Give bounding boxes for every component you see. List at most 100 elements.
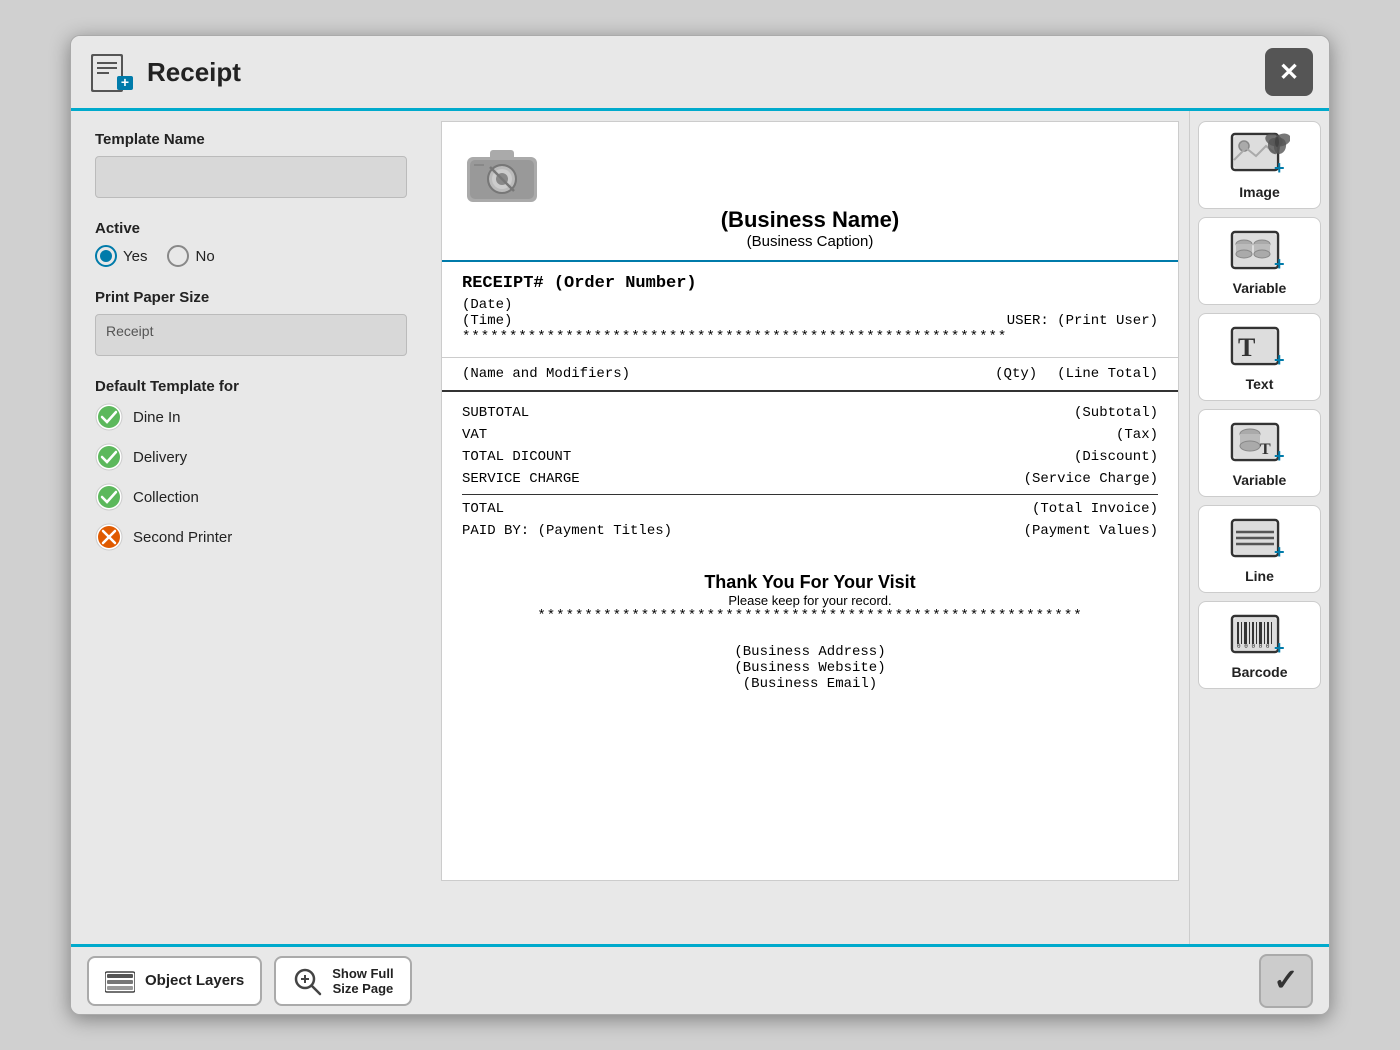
vat-value: (Tax) <box>1116 427 1158 443</box>
business-caption: (Business Caption) <box>462 233 1158 250</box>
total-row: TOTAL (Total Invoice) <box>462 494 1158 520</box>
checkbox-second-printer[interactable]: Second Printer <box>95 523 407 551</box>
variable-bottom-tool-label: Variable <box>1233 472 1287 488</box>
body-qty-col: (Qty) <box>995 366 1037 382</box>
variable-bottom-tool-icon: T + <box>1230 418 1290 468</box>
text-tool-icon: T + <box>1230 322 1290 372</box>
active-label: Active <box>95 220 407 237</box>
default-template-group: Default Template for Dine In <box>95 378 407 551</box>
receipt-date: (Date) <box>462 297 1158 313</box>
line-tool-label: Line <box>1245 568 1274 584</box>
business-website: (Business Website) <box>442 660 1178 676</box>
no-radio-circle[interactable] <box>167 245 189 267</box>
variable-top-tool-label: Variable <box>1233 280 1287 296</box>
title-bar: + Receipt ✕ <box>71 36 1329 111</box>
barcode-tool-icon: 0 0 0 0 0 + <box>1230 610 1290 660</box>
payment-label: PAID BY: (Payment Titles) <box>462 523 672 539</box>
active-no-radio[interactable]: No <box>167 245 214 267</box>
svg-text:0 0 0 0 0: 0 0 0 0 0 <box>1237 643 1270 650</box>
template-name-label: Template Name <box>95 131 407 148</box>
page-title: Receipt <box>147 57 1265 88</box>
zoom-icon <box>292 966 322 996</box>
receipt-body: (Name and Modifiers) (Qty) (Line Total) <box>442 358 1178 391</box>
service-charge-label: SERVICE CHARGE <box>462 471 580 487</box>
text-tool-button[interactable]: T + Text <box>1198 313 1321 401</box>
yes-radio-circle[interactable] <box>95 245 117 267</box>
delivery-label: Delivery <box>133 449 187 466</box>
dine-in-label: Dine In <box>133 409 181 426</box>
line-tool-icon: + <box>1230 514 1290 564</box>
discount-value: (Discount) <box>1074 449 1158 465</box>
svg-text:T: T <box>1238 333 1255 362</box>
receipt-header: (Business Name) (Business Caption) <box>442 122 1178 262</box>
discount-label: TOTAL DICOUNT <box>462 449 571 465</box>
svg-text:+: + <box>1274 350 1285 370</box>
receipt-preview: (Business Name) (Business Caption) RECEI… <box>441 121 1179 881</box>
text-tool-label: Text <box>1246 376 1274 392</box>
thank-you-text: Thank You For Your Visit <box>462 572 1158 593</box>
separator-dots-2: ****************************************… <box>462 608 1158 624</box>
line-tool-button[interactable]: + Line <box>1198 505 1321 593</box>
paper-size-select[interactable]: Receipt <box>95 314 407 356</box>
receipt-icon: + <box>87 48 135 96</box>
discount-row: TOTAL DICOUNT (Discount) <box>462 446 1158 468</box>
object-layers-button[interactable]: Object Layers <box>87 956 262 1006</box>
active-no-label: No <box>195 248 214 265</box>
variable-top-tool-button[interactable]: + Variable <box>1198 217 1321 305</box>
barcode-tool-label: Barcode <box>1231 664 1287 680</box>
active-yes-radio[interactable]: Yes <box>95 245 147 267</box>
vat-row: VAT (Tax) <box>462 424 1158 446</box>
svg-text:+: + <box>1274 158 1285 178</box>
image-tool-icon: + <box>1230 130 1290 180</box>
receipt-footer-section: SUBTOTAL (Subtotal) VAT (Tax) TOTAL DICO… <box>442 391 1178 552</box>
object-layers-label: Object Layers <box>145 972 244 989</box>
checkbox-dine-in[interactable]: Dine In <box>95 403 407 431</box>
delivery-check-icon <box>95 443 123 471</box>
dine-in-check-icon <box>95 403 123 431</box>
svg-text:+: + <box>1274 542 1285 562</box>
payment-value: (Payment Values) <box>1024 523 1158 539</box>
subtotal-row: SUBTOTAL (Subtotal) <box>462 402 1158 424</box>
variable-top-tool-icon: + <box>1230 226 1290 276</box>
body-header-row: (Name and Modifiers) (Qty) (Line Total) <box>442 358 1178 391</box>
paper-size-group: Print Paper Size Receipt <box>95 289 407 356</box>
left-panel: Template Name Active Yes No Print <box>71 111 431 944</box>
subtotal-value: (Subtotal) <box>1074 405 1158 421</box>
show-full-size-button[interactable]: Show Full Size Page <box>274 956 411 1006</box>
body-total-col: (Line Total) <box>1057 366 1158 382</box>
variable-bottom-tool-button[interactable]: T + Variable <box>1198 409 1321 497</box>
app-window: + Receipt ✕ Template Name Active Yes <box>70 35 1330 1015</box>
confirm-icon: ✓ <box>1273 963 1298 998</box>
layers-icon <box>105 966 135 996</box>
right-toolbar: + Image <box>1189 111 1329 944</box>
template-name-input[interactable] <box>95 156 407 198</box>
service-charge-row: SERVICE CHARGE (Service Charge) <box>462 468 1158 490</box>
checkbox-collection[interactable]: Collection <box>95 483 407 511</box>
active-yes-label: Yes <box>123 248 147 265</box>
body-name-col: (Name and Modifiers) <box>462 366 630 382</box>
bottom-bar: Object Layers Show Full Size Page ✓ <box>71 944 1329 1014</box>
checkbox-delivery[interactable]: Delivery <box>95 443 407 471</box>
confirm-button[interactable]: ✓ <box>1259 954 1313 1008</box>
center-panel: (Business Name) (Business Caption) RECEI… <box>431 111 1189 944</box>
receipt-thank-you: Thank You For Your Visit Please keep for… <box>442 552 1178 644</box>
checkbox-list: Dine In Delivery <box>95 403 407 551</box>
receipt-info: RECEIPT# (Order Number) (Date) (Time) US… <box>442 262 1178 358</box>
paper-size-label: Print Paper Size <box>95 289 407 306</box>
keep-record-text: Please keep for your record. <box>462 593 1158 608</box>
main-content: Template Name Active Yes No Print <box>71 111 1329 944</box>
business-email: (Business Email) <box>442 676 1178 692</box>
active-radio-group: Yes No <box>95 245 407 267</box>
image-tool-button[interactable]: + Image <box>1198 121 1321 209</box>
collection-label: Collection <box>133 489 199 506</box>
svg-text:+: + <box>1274 638 1285 658</box>
payment-row: PAID BY: (Payment Titles) (Payment Value… <box>462 520 1158 542</box>
svg-text:+: + <box>121 74 129 90</box>
close-button[interactable]: ✕ <box>1265 48 1313 96</box>
service-charge-value: (Service Charge) <box>1024 471 1158 487</box>
barcode-tool-button[interactable]: 0 0 0 0 0 + Barcode <box>1198 601 1321 689</box>
collection-check-icon <box>95 483 123 511</box>
total-label: TOTAL <box>462 501 504 517</box>
receipt-address-section: (Business Address) (Business Website) (B… <box>442 644 1178 708</box>
svg-text:+: + <box>1274 446 1285 466</box>
